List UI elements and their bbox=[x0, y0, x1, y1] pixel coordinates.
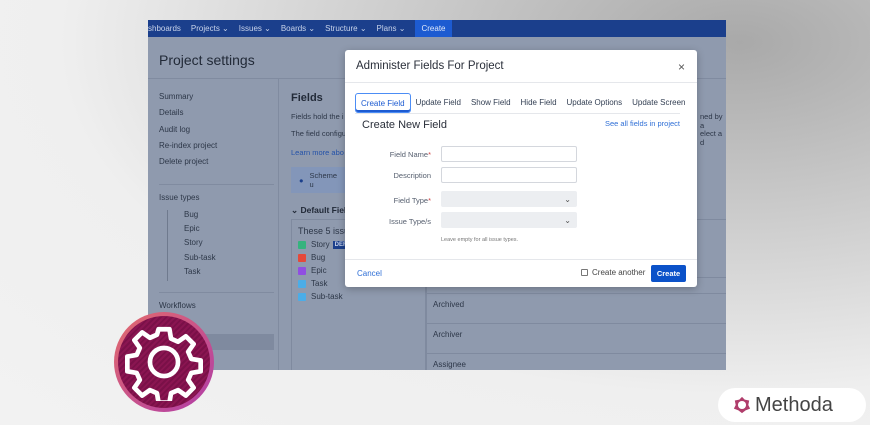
issue-types-select[interactable]: ⌄ bbox=[441, 212, 577, 228]
nav-plans[interactable]: Plans ⌄ bbox=[377, 24, 406, 33]
info-icon: ● bbox=[299, 175, 304, 185]
sidebar-item-reindex[interactable]: Re-index project bbox=[159, 141, 274, 157]
field-type-select[interactable]: ⌄ bbox=[441, 191, 577, 207]
logo-text: Methoda bbox=[755, 393, 833, 416]
chevron-down-icon: ⌄ bbox=[564, 195, 571, 204]
create-another-checkbox[interactable]: Create another bbox=[581, 268, 645, 277]
field-name-input[interactable] bbox=[441, 146, 577, 162]
see-all-fields-link[interactable]: See all fields in project bbox=[605, 119, 680, 128]
tab-create-field[interactable]: Create Field bbox=[355, 93, 411, 113]
divider bbox=[159, 281, 274, 294]
issue-types-label: Issue Type/s bbox=[389, 217, 431, 226]
sidebar-item-details[interactable]: Details bbox=[159, 108, 274, 124]
nav-structure[interactable]: Structure ⌄ bbox=[325, 24, 366, 33]
field-name-label: Field Name* bbox=[389, 150, 431, 159]
nav-boards[interactable]: Boards ⌄ bbox=[281, 24, 315, 33]
nav-dashboards[interactable]: shboards bbox=[148, 24, 181, 33]
sidebar-item-epic[interactable]: Epic bbox=[167, 224, 274, 239]
dialog-title: Administer Fields For Project bbox=[356, 60, 504, 72]
story-icon bbox=[298, 240, 306, 249]
create-button[interactable]: Create bbox=[651, 265, 686, 282]
bug-icon bbox=[298, 253, 306, 262]
top-nav: shboards Projects ⌄ Issues ⌄ Boards ⌄ St… bbox=[148, 20, 726, 37]
sidebar-item-issue-types[interactable]: Issue types bbox=[159, 193, 274, 209]
nav-create-button[interactable]: Create bbox=[415, 20, 452, 37]
administer-fields-dialog: Administer Fields For Project × Create F… bbox=[345, 50, 697, 287]
cancel-button[interactable]: Cancel bbox=[357, 269, 382, 278]
tab-show-field[interactable]: Show Field bbox=[466, 93, 516, 113]
divider bbox=[278, 79, 279, 370]
nav-projects[interactable]: Projects ⌄ bbox=[191, 24, 229, 33]
clipped-text: elect a d bbox=[700, 129, 723, 147]
issue-type-subtask: Sub-task bbox=[298, 292, 419, 301]
page-title: Project settings bbox=[159, 52, 255, 68]
sidebar-item-bug[interactable]: Bug bbox=[167, 209, 274, 225]
fields-config-text: The field configu bbox=[291, 129, 347, 138]
divider bbox=[345, 259, 697, 260]
scheme-notice: ● Scheme u bbox=[291, 167, 351, 193]
field-type-label: Field Type* bbox=[393, 196, 431, 205]
sidebar-item-delete[interactable]: Delete project bbox=[159, 157, 274, 173]
epic-icon bbox=[298, 266, 306, 275]
default-field-config-toggle[interactable]: ⌄ Default Fiel bbox=[291, 205, 351, 216]
fields-description: Fields hold the i bbox=[291, 112, 344, 121]
sidebar-item-audit-log[interactable]: Audit log bbox=[159, 125, 274, 141]
close-icon[interactable]: × bbox=[678, 60, 685, 74]
gear-icon bbox=[125, 326, 203, 401]
fields-heading: Fields bbox=[291, 92, 323, 104]
methoda-logo-icon bbox=[733, 396, 751, 414]
table-row: Archiver bbox=[427, 323, 726, 345]
sidebar-item-task[interactable]: Task bbox=[167, 266, 274, 282]
divider bbox=[345, 82, 697, 83]
issue-types-hint: Leave empty for all issue types. bbox=[441, 237, 519, 243]
main-content: Fields Fields hold the i The field confi… bbox=[291, 92, 351, 216]
learn-more-link[interactable]: Learn more abo bbox=[291, 148, 351, 157]
description-textarea[interactable] bbox=[441, 167, 577, 183]
tab-hide-field[interactable]: Hide Field bbox=[516, 93, 562, 113]
sidebar-item-subtask[interactable]: Sub-task bbox=[167, 252, 274, 267]
section-heading: Create New Field bbox=[362, 119, 447, 131]
gear-badge bbox=[114, 312, 214, 412]
sidebar-item-summary[interactable]: Summary bbox=[159, 92, 274, 108]
tab-update-field[interactable]: Update Field bbox=[411, 93, 466, 113]
checkbox-icon[interactable] bbox=[581, 269, 588, 276]
divider bbox=[159, 173, 274, 186]
subtask-icon bbox=[298, 292, 306, 301]
table-row: Assignee bbox=[427, 353, 726, 370]
table-row: Archived bbox=[427, 293, 726, 315]
tab-update-screen[interactable]: Update Screen bbox=[627, 93, 690, 113]
dialog-tabs: Create Field Update Field Show Field Hid… bbox=[355, 93, 686, 114]
sidebar-item-story[interactable]: Story bbox=[167, 238, 274, 253]
task-icon bbox=[298, 279, 306, 288]
methoda-logo: Methoda bbox=[718, 388, 866, 422]
clipped-text: ned by a bbox=[700, 112, 723, 130]
description-label: Description bbox=[393, 171, 431, 180]
tab-update-options[interactable]: Update Options bbox=[562, 93, 628, 113]
sidebar: Summary Details Audit log Re-index proje… bbox=[157, 92, 274, 350]
chevron-down-icon: ⌄ bbox=[564, 216, 571, 225]
nav-issues[interactable]: Issues ⌄ bbox=[239, 24, 271, 33]
